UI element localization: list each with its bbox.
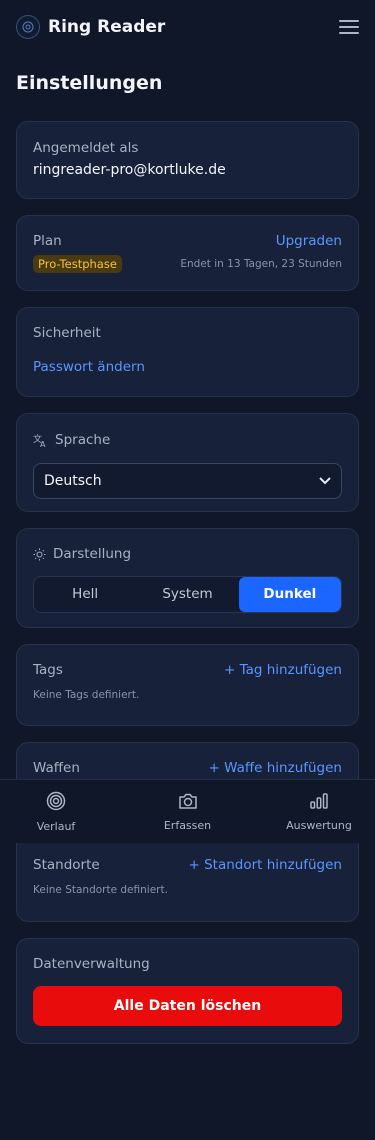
plan-ends-text: Endet in 13 Tagen, 23 Stunden	[180, 258, 342, 270]
language-label: Sprache	[55, 432, 111, 448]
sun-icon	[33, 548, 46, 561]
add-tag-link[interactable]: + Tag hinzufügen	[224, 662, 342, 678]
nav-label-erfassen: Erfassen	[163, 818, 212, 832]
appearance-header: Darstellung	[33, 546, 131, 562]
translate-icon: 文A	[33, 433, 48, 448]
plan-label: Plan	[33, 233, 62, 249]
top-bar: Ring Reader	[0, 0, 375, 54]
data-management-label: Datenverwaltung	[33, 956, 150, 972]
svg-text:A: A	[40, 440, 46, 448]
delete-all-data-button[interactable]: Alle Daten löschen	[33, 986, 342, 1026]
app-logo-icon	[16, 15, 40, 39]
locations-label: Standorte	[33, 857, 100, 873]
account-label: Angemeldet als	[33, 140, 139, 156]
appearance-option-dunkel[interactable]: Dunkel	[238, 576, 341, 612]
nav-label-verlauf: Verlauf	[36, 819, 76, 833]
target-icon	[46, 791, 66, 815]
plan-status-badge: Pro-Testphase	[33, 255, 122, 273]
language-selected: Deutsch	[44, 472, 102, 489]
add-location-link[interactable]: + Standort hinzufügen	[188, 857, 342, 873]
add-weapon-link[interactable]: + Waffe hinzufügen	[208, 760, 342, 776]
appearance-option-system[interactable]: System	[136, 577, 238, 612]
hamburger-menu-icon[interactable]	[339, 19, 359, 35]
tags-card: Tags + Tag hinzufügen Keine Tags definie…	[16, 644, 359, 726]
appearance-label: Darstellung	[53, 546, 132, 562]
camera-icon	[178, 792, 198, 814]
locations-empty-text: Keine Standorte definiert.	[33, 884, 168, 896]
nav-item-erfassen[interactable]: Erfassen	[148, 780, 228, 843]
upgrade-link[interactable]: Upgraden	[276, 233, 342, 249]
page-title: Einstellungen	[16, 72, 163, 94]
language-header: 文A Sprache	[33, 432, 110, 448]
language-card: 文A Sprache Deutsch	[16, 413, 359, 512]
change-password-link[interactable]: Passwort ändern	[33, 359, 342, 375]
app-title: Ring Reader	[48, 17, 166, 37]
tags-label: Tags	[33, 662, 63, 678]
tags-empty-text: Keine Tags definiert.	[33, 689, 140, 701]
data-management-card: Datenverwaltung Alle Daten löschen	[16, 938, 359, 1044]
weapons-label: Waffen	[33, 760, 80, 776]
chevron-down-icon	[319, 476, 331, 485]
plan-card: Plan Upgraden Pro-Testphase Endet in 13 …	[16, 215, 359, 291]
appearance-option-hell[interactable]: Hell	[34, 577, 136, 612]
nav-item-auswertung[interactable]: Auswertung	[279, 780, 359, 843]
appearance-toggle: Hell System Dunkel	[33, 575, 342, 613]
bar-chart-icon	[309, 792, 329, 814]
account-card: Angemeldet als ringreader-pro@kortluke.d…	[16, 121, 359, 199]
bottom-nav: Verlauf Erfassen Auswertung	[0, 779, 375, 843]
security-card: Sicherheit Passwort ändern	[16, 307, 359, 397]
account-email: ringreader-pro@kortluke.de	[33, 162, 226, 178]
nav-label-auswertung: Auswertung	[286, 818, 352, 832]
language-select[interactable]: Deutsch	[33, 462, 342, 499]
security-label: Sicherheit	[33, 325, 101, 341]
nav-item-verlauf[interactable]: Verlauf	[16, 780, 96, 843]
appearance-card: Darstellung Hell System Dunkel	[16, 528, 359, 628]
